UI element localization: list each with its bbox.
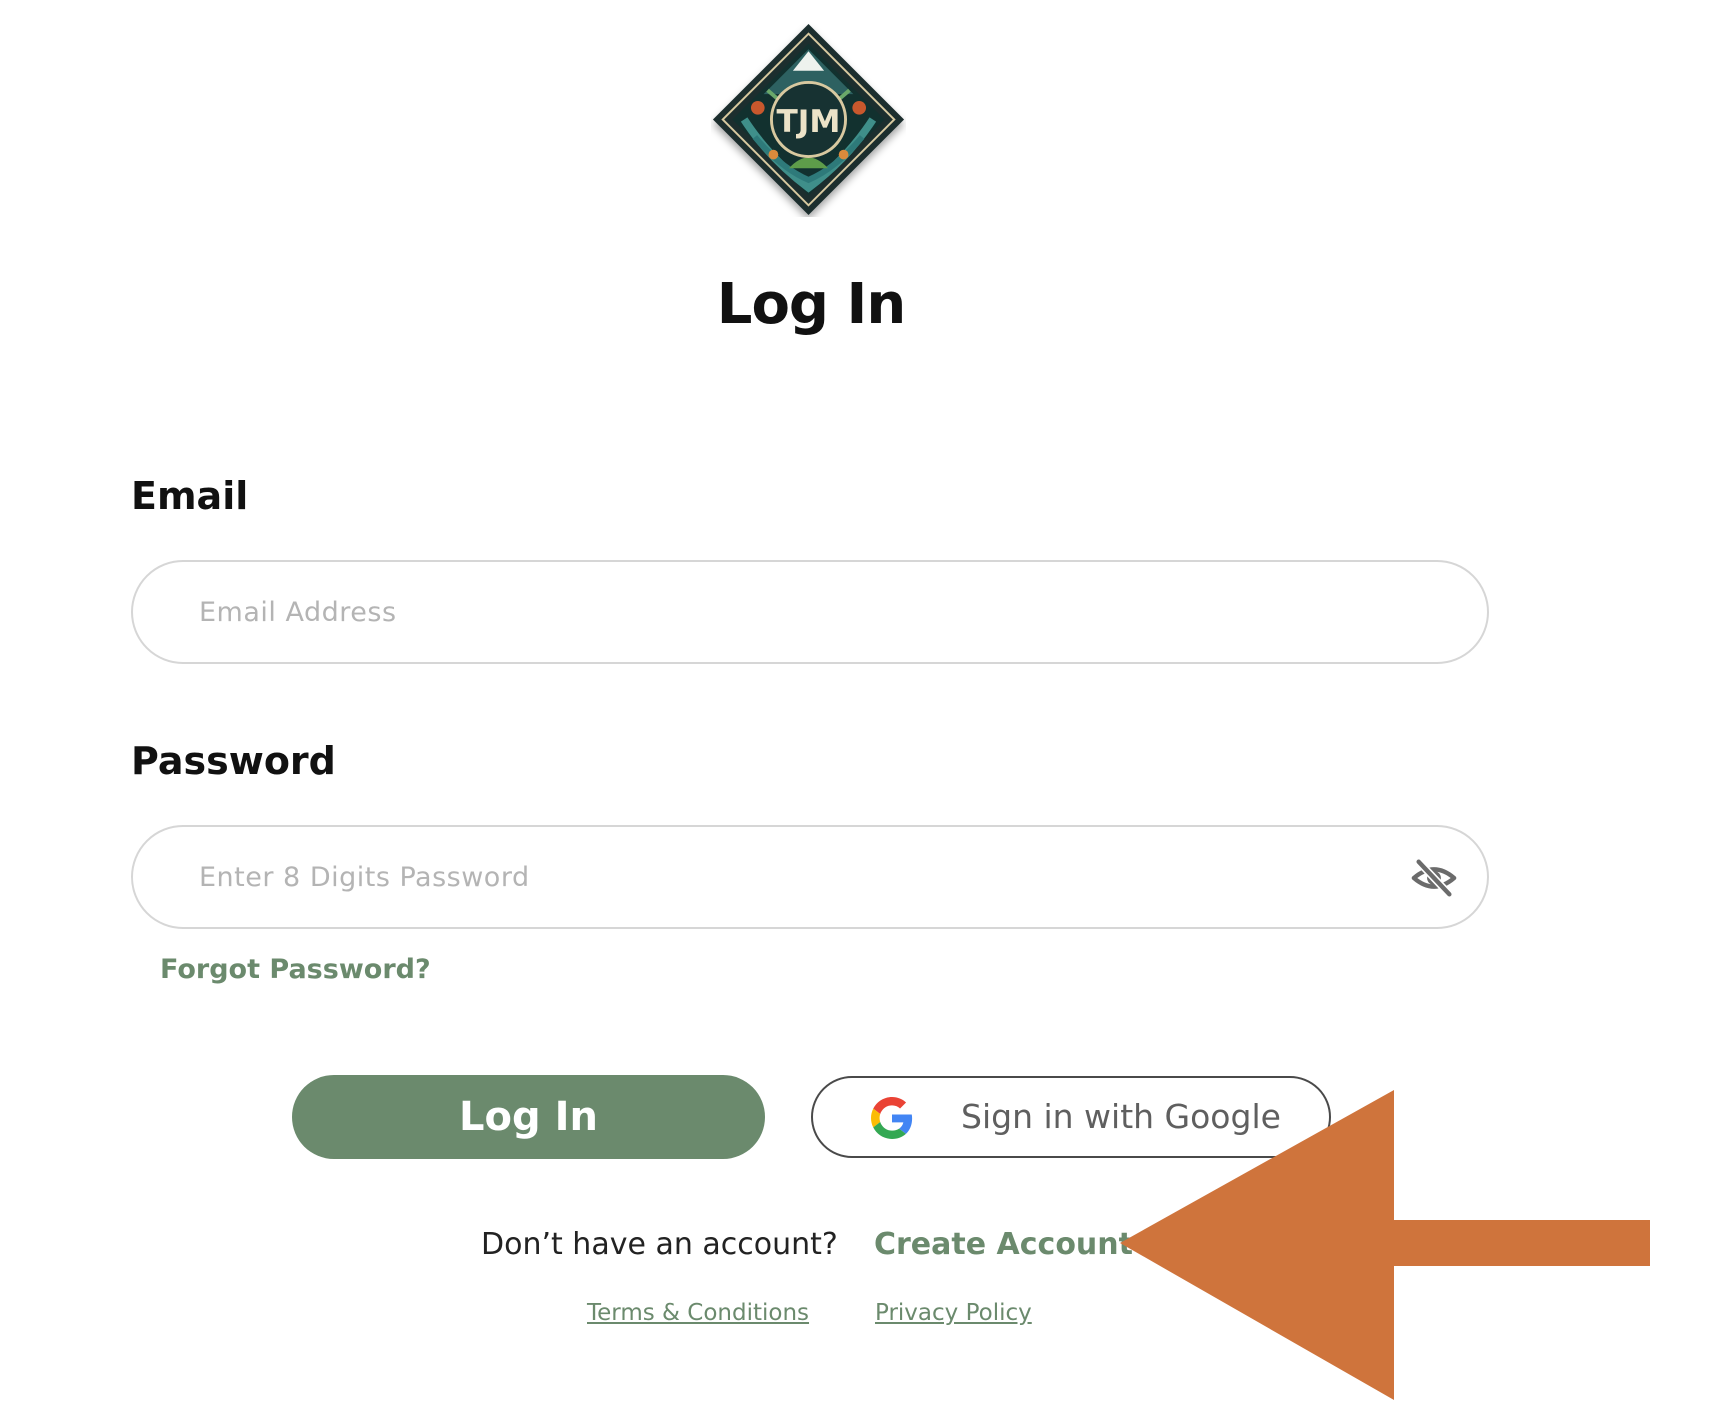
password-field[interactable] xyxy=(131,825,1489,929)
email-field[interactable] xyxy=(131,560,1489,664)
forgot-password-link[interactable]: Forgot Password? xyxy=(160,954,431,985)
terms-link[interactable]: Terms & Conditions xyxy=(587,1300,809,1326)
google-g-icon xyxy=(871,1097,913,1139)
email-input[interactable] xyxy=(199,562,1359,662)
login-button[interactable]: Log In xyxy=(292,1075,765,1159)
privacy-policy-link[interactable]: Privacy Policy xyxy=(875,1300,1032,1326)
signup-prompt: Don’t have an account? xyxy=(481,1227,838,1262)
arrow-left-icon xyxy=(1120,1090,1650,1400)
email-label: Email xyxy=(131,474,249,518)
password-input[interactable] xyxy=(199,827,1359,927)
tjm-logo: TJM xyxy=(712,23,905,216)
password-label: Password xyxy=(131,739,336,783)
create-account-link[interactable]: Create Account xyxy=(874,1223,1133,1267)
svg-text:TJM: TJM xyxy=(777,104,841,140)
page-title: Log In xyxy=(716,272,906,337)
eye-off-icon[interactable] xyxy=(1411,855,1457,901)
